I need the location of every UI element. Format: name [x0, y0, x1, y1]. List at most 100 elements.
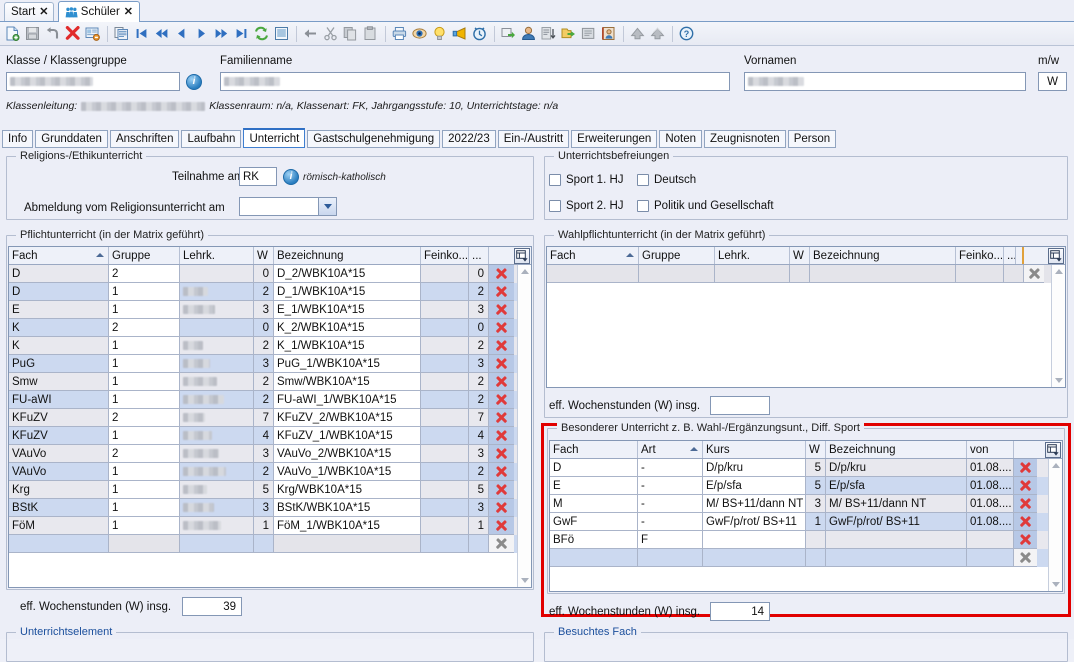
back-arrow-icon[interactable]: [301, 24, 320, 44]
delete-icon[interactable]: [63, 24, 82, 44]
table-row[interactable]: E 1 3 E_1/WBK10A*15 3: [9, 301, 531, 319]
column-header-art[interactable]: Art: [638, 441, 703, 458]
tab-zeugnisnoten[interactable]: Zeugnisnoten: [704, 130, 786, 148]
table-row[interactable]: FöM 1 1 FöM_1/WBK10A*15 1: [9, 517, 531, 535]
paste-icon[interactable]: [361, 24, 380, 44]
checkbox-icon[interactable]: [637, 174, 649, 186]
tab-laufbahn[interactable]: Laufbahn: [181, 130, 242, 148]
cut-icon[interactable]: [321, 24, 340, 44]
tab-schuljahr[interactable]: 2022/23: [442, 130, 496, 148]
column-header-w[interactable]: W: [254, 247, 274, 264]
delete-row-button[interactable]: [1014, 549, 1037, 567]
window-tab-start[interactable]: Start ✕: [4, 2, 54, 21]
table-row[interactable]: D 1 2 D_1/WBK10A*15 2: [9, 283, 531, 301]
wahlpflichtunterricht-grid[interactable]: Fach Gruppe Lehrk. W Bezeichnung Feinko.…: [546, 246, 1066, 388]
religion-info-button[interactable]: i: [283, 169, 299, 185]
delete-icon[interactable]: [494, 302, 509, 317]
delete-row-button[interactable]: [1014, 459, 1037, 477]
wahlpflicht-total-value[interactable]: [710, 396, 770, 415]
besonderer-total-value[interactable]: 14: [710, 602, 770, 621]
preview-icon[interactable]: [410, 24, 429, 44]
up-arrow-icon[interactable]: [628, 24, 647, 44]
prev-record-icon[interactable]: [172, 24, 191, 44]
close-icon[interactable]: ✕: [39, 6, 48, 18]
delete-row-button[interactable]: [489, 535, 514, 553]
checkbox-deutsch[interactable]: Deutsch: [637, 174, 696, 186]
delete-row-button[interactable]: [489, 481, 514, 499]
table-row[interactable]: E - E/p/sfa 5 E/p/sfa 01.08....: [550, 477, 1062, 495]
grid-vertical-scrollbar[interactable]: [517, 265, 531, 587]
pflichtunterricht-grid[interactable]: Fach Gruppe Lehrk. W Bezeichnung Feinko.…: [8, 246, 532, 588]
delete-icon[interactable]: [1018, 514, 1033, 529]
tab-person[interactable]: Person: [787, 130, 837, 148]
announce-icon[interactable]: [450, 24, 469, 44]
delete-icon[interactable]: [494, 356, 509, 371]
table-row[interactable]: BFö F: [550, 531, 1062, 549]
hint-icon[interactable]: [430, 24, 449, 44]
column-chooser-icon[interactable]: [514, 248, 530, 264]
first-record-icon[interactable]: [132, 24, 151, 44]
klasse-info-button[interactable]: i: [186, 74, 202, 90]
sort-az-icon[interactable]: [539, 24, 558, 44]
mw-input[interactable]: W: [1038, 72, 1067, 91]
column-header-kurs[interactable]: Kurs: [703, 441, 806, 458]
scroll-up-icon[interactable]: [1053, 266, 1064, 277]
refresh-icon[interactable]: [252, 24, 271, 44]
table-row[interactable]: K 2 0 K_2/WBK10A*15 0: [9, 319, 531, 337]
delete-icon[interactable]: [1027, 266, 1042, 281]
export-icon[interactable]: [499, 24, 518, 44]
column-header-extra[interactable]: ...: [469, 247, 489, 264]
tab-unterricht[interactable]: Unterricht: [243, 128, 306, 148]
delete-row-button[interactable]: [1014, 531, 1037, 549]
scroll-up-icon[interactable]: [1050, 460, 1061, 471]
new-document-icon[interactable]: [3, 24, 22, 44]
delete-row-button[interactable]: [489, 283, 514, 301]
delete-icon[interactable]: [1018, 532, 1033, 547]
column-header-bezeichnung[interactable]: Bezeichnung: [810, 247, 956, 264]
table-row-new[interactable]: [550, 549, 1062, 567]
grid-vertical-scrollbar[interactable]: [1048, 459, 1062, 591]
table-row-empty[interactable]: [547, 265, 1065, 283]
column-header-feinko[interactable]: Feinko...: [421, 247, 469, 264]
table-row[interactable]: Krg 1 5 Krg/WBK10A*15 5: [9, 481, 531, 499]
abmeldung-date-combo[interactable]: [239, 197, 337, 216]
delete-icon[interactable]: [494, 374, 509, 389]
delete-row-button[interactable]: [1014, 513, 1037, 531]
note-icon[interactable]: [579, 24, 598, 44]
column-header-w[interactable]: W: [790, 247, 810, 264]
checkbox-icon[interactable]: [637, 200, 649, 212]
last-record-icon[interactable]: [232, 24, 251, 44]
checkbox-sport-1hj[interactable]: Sport 1. HJ: [549, 174, 624, 186]
reminder-icon[interactable]: [470, 24, 489, 44]
delete-row-button[interactable]: [489, 355, 514, 373]
delete-icon[interactable]: [494, 536, 509, 551]
table-row[interactable]: KFuZV 1 4 KFuZV_1/WBK10A*15 4: [9, 427, 531, 445]
tab-ein-austritt[interactable]: Ein-/Austritt: [497, 130, 570, 148]
chevron-down-icon[interactable]: [318, 198, 336, 215]
checkbox-icon[interactable]: [549, 174, 561, 186]
delete-icon[interactable]: [494, 320, 509, 335]
table-row[interactable]: M - M/ BS+11/dann NT 3 M/ BS+11/dann NT 01.08…: [550, 495, 1062, 513]
delete-icon[interactable]: [494, 500, 509, 515]
table-row[interactable]: KFuZV 2 7 KFuZV_2/WBK10A*15 7: [9, 409, 531, 427]
up-double-arrow-icon[interactable]: [648, 24, 667, 44]
checkbox-icon[interactable]: [549, 200, 561, 212]
delete-row-button[interactable]: [1014, 495, 1037, 513]
column-header-lehrk[interactable]: Lehrk.: [715, 247, 790, 264]
window-tab-schueler[interactable]: Schüler ✕: [58, 1, 140, 22]
delete-row-button[interactable]: [489, 265, 514, 283]
familienname-input[interactable]: [220, 72, 730, 91]
delete-icon[interactable]: [494, 482, 509, 497]
column-header-extra[interactable]: ...: [1004, 247, 1016, 264]
next-page-icon[interactable]: [212, 24, 231, 44]
scroll-down-icon[interactable]: [519, 575, 530, 586]
form-edit-icon[interactable]: [83, 24, 102, 44]
pflicht-total-value[interactable]: 39: [182, 597, 242, 616]
table-row[interactable]: BStK 1 3 BStK/WBK10A*15 3: [9, 499, 531, 517]
delete-icon[interactable]: [494, 284, 509, 299]
scroll-down-icon[interactable]: [1053, 375, 1064, 386]
delete-icon[interactable]: [1018, 460, 1033, 475]
help-icon[interactable]: ?: [677, 24, 696, 44]
tab-gastschulgenehmigung[interactable]: Gastschulgenehmigung: [307, 130, 441, 148]
scroll-down-icon[interactable]: [1050, 579, 1061, 590]
